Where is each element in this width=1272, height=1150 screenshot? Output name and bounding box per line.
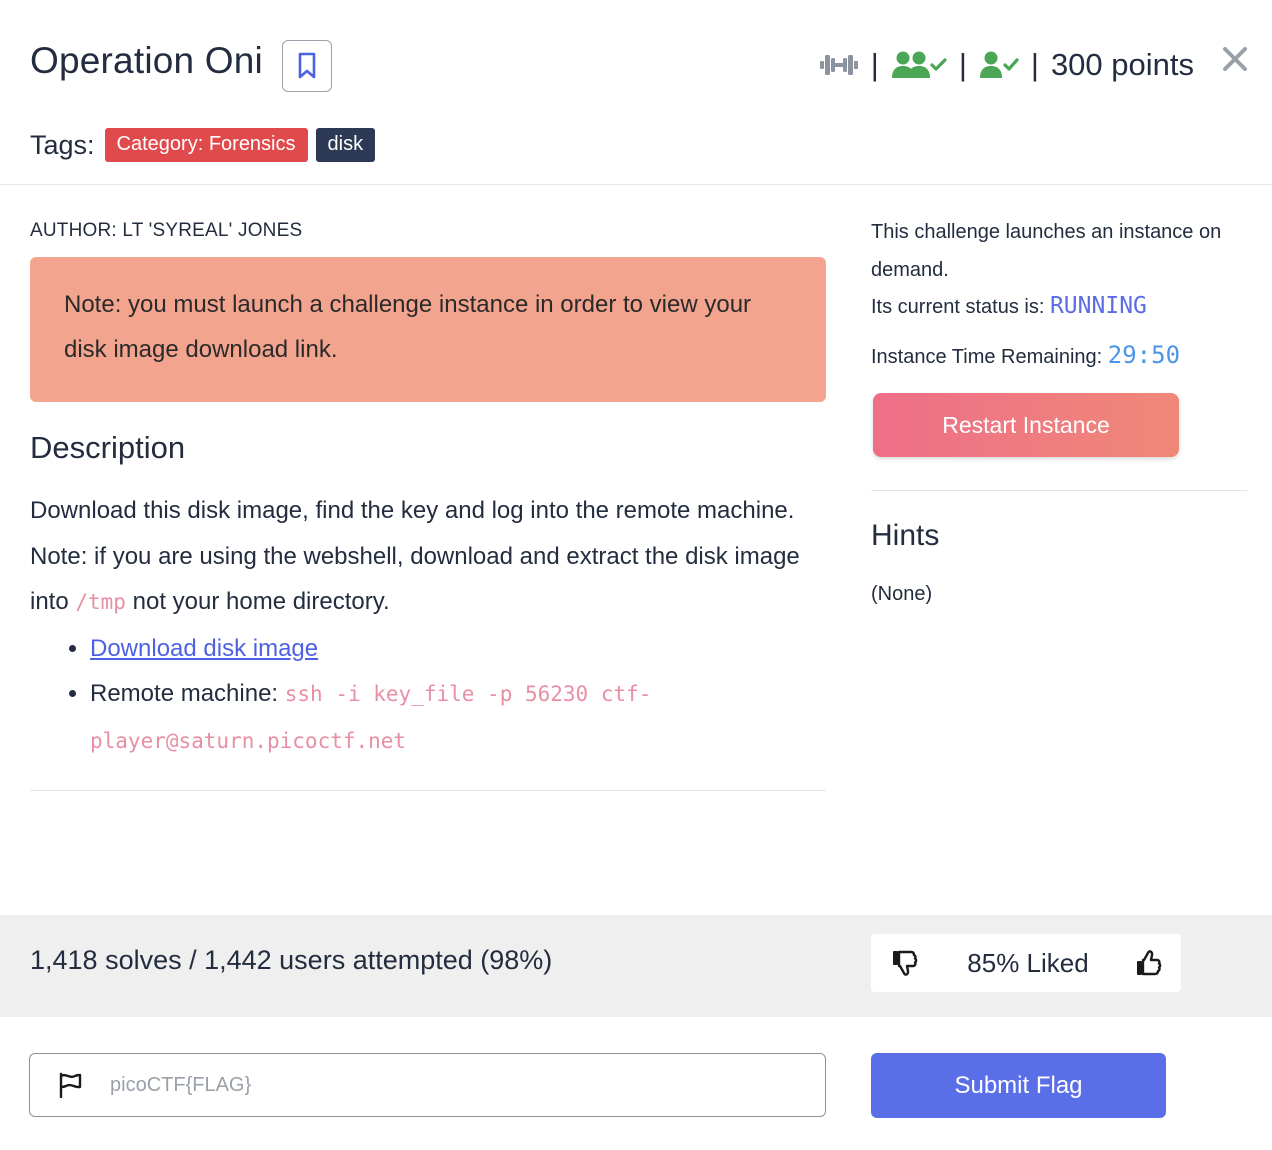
bookmark-button[interactable] xyxy=(282,40,332,92)
tag-disk[interactable]: disk xyxy=(315,128,376,162)
hints-value: (None) xyxy=(871,583,933,605)
description-paragraph: Note: if you are using the webshell, dow… xyxy=(30,534,826,626)
author-line: AUTHOR: LT 'SYREAL' JONES xyxy=(30,220,303,241)
divider xyxy=(30,790,826,791)
instance-launch-text: This challenge launches an instance on d… xyxy=(871,221,1222,281)
challenge-title: Operation Oni xyxy=(30,40,263,81)
instance-time: Instance Time Remaining: 29:50 xyxy=(871,341,1247,369)
download-disk-image-link[interactable]: Download disk image xyxy=(90,635,318,662)
challenge-content: AUTHOR: LT 'SYREAL' JONES Note: you must… xyxy=(30,210,826,791)
list-item: Download disk image xyxy=(90,626,826,672)
resource-list: Download disk image Remote machine: ssh … xyxy=(90,626,826,765)
instance-panel: This challenge launches an instance on d… xyxy=(871,210,1247,606)
flag-input[interactable] xyxy=(110,1073,790,1097)
restart-instance-button[interactable]: Restart Instance xyxy=(873,393,1179,457)
flag-input-group xyxy=(29,1053,826,1117)
meta-separator: | xyxy=(1030,47,1039,82)
close-button[interactable] xyxy=(1218,42,1252,76)
description-body: Download this disk image, find the key a… xyxy=(30,488,826,764)
close-icon xyxy=(1223,47,1247,71)
likes-box: 85% Liked xyxy=(871,934,1181,992)
time-label: Instance Time Remaining: xyxy=(871,346,1108,368)
solves-count: 1,418 solves / 1,442 users attempted (98… xyxy=(30,945,553,975)
users-check-icon xyxy=(891,51,947,78)
meta-separator: | xyxy=(870,47,879,82)
hints-title: Hints xyxy=(871,519,940,552)
submit-flag-button[interactable]: Submit Flag xyxy=(871,1053,1166,1118)
bookmark-icon xyxy=(298,52,316,79)
flag-icon xyxy=(30,1072,110,1098)
thumbs-up-icon[interactable] xyxy=(1135,948,1165,978)
challenge-header: Operation Oni | | | 300 points Tags: Cat… xyxy=(0,0,1272,185)
status-value: RUNNING xyxy=(1049,293,1147,319)
status-label: Its current status is: xyxy=(871,296,1050,318)
instance-note: Note: you must launch a challenge instan… xyxy=(30,257,826,402)
remote-machine-label: Remote machine: xyxy=(90,680,285,707)
tags-row: Tags: Category: Forensics disk xyxy=(30,128,376,162)
tags-label: Tags: xyxy=(30,129,95,160)
meta-separator: | xyxy=(958,47,967,82)
thumbs-down-icon[interactable] xyxy=(891,948,921,978)
tmp-code: /tmp xyxy=(75,590,126,614)
tag-category[interactable]: Category: Forensics xyxy=(104,128,308,162)
stats-bar: 1,418 solves / 1,442 users attempted (98… xyxy=(0,915,1272,1017)
description-title: Description xyxy=(30,430,186,465)
list-item: Remote machine: ssh -i key_file -p 56230… xyxy=(90,671,826,764)
dumbbell-icon xyxy=(819,55,858,75)
user-check-icon xyxy=(979,51,1019,78)
description-text: not your home directory. xyxy=(125,588,390,615)
divider xyxy=(871,490,1247,491)
liked-percentage: 85% Liked xyxy=(967,947,1089,978)
description-paragraph: Download this disk image, find the key a… xyxy=(30,497,795,524)
time-value: 29:50 xyxy=(1107,341,1181,369)
points-value: 300 points xyxy=(1050,47,1194,82)
instance-status: Its current status is: RUNNING xyxy=(871,293,1247,319)
challenge-meta: | | | 300 points xyxy=(819,40,1194,90)
